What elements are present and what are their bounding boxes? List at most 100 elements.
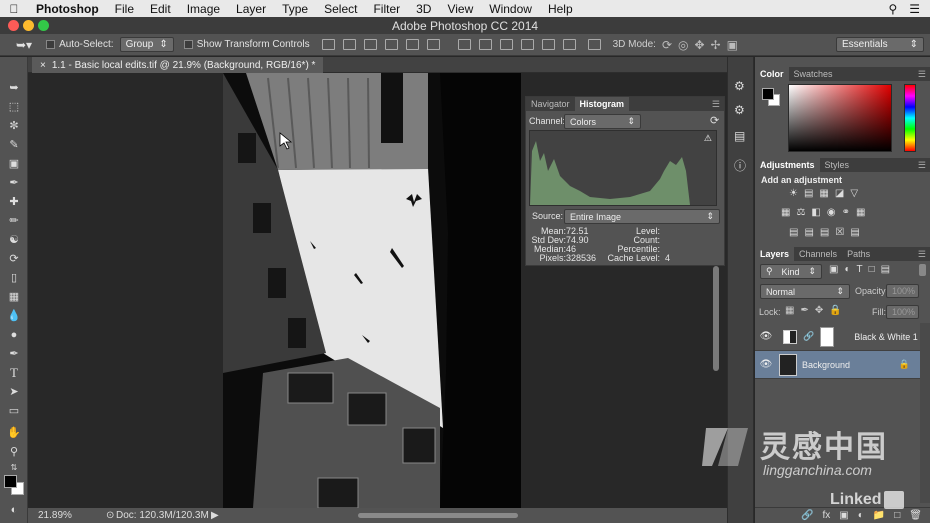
zoom-window-button[interactable]	[38, 20, 49, 31]
align-bottom-edges-icon[interactable]	[363, 39, 377, 50]
filter-pixel-icon[interactable]: ▣	[829, 264, 838, 275]
gradient-map-icon[interactable]: ▤	[850, 227, 859, 238]
fill-field[interactable]: 100%	[886, 305, 919, 319]
filter-adjustment-icon[interactable]: ◐	[844, 264, 850, 275]
invert-icon[interactable]: ▤	[789, 227, 798, 238]
color-balance-icon[interactable]: ⚖	[796, 207, 805, 218]
spotlight-search-icon[interactable]: ⚲	[888, 2, 897, 16]
panel-menu-icon[interactable]: ☰	[914, 158, 930, 172]
delete-layer-icon[interactable]: 🗑	[909, 510, 922, 521]
hue-slider[interactable]	[904, 84, 916, 152]
menu-type[interactable]: Type	[274, 2, 316, 16]
foreground-color-swatch[interactable]	[4, 475, 17, 488]
add-mask-icon[interactable]: ▣	[839, 510, 848, 521]
align-top-edges-icon[interactable]	[321, 39, 335, 50]
auto-select-dropdown[interactable]: Group ⇕	[119, 37, 174, 52]
healing-brush-tool-icon[interactable]: ✚	[7, 195, 21, 209]
clone-stamp-tool-icon[interactable]: ☯	[7, 233, 21, 247]
link-layers-icon[interactable]: 🔗	[801, 510, 813, 521]
menu-edit[interactable]: Edit	[142, 2, 179, 16]
distribute-top-icon[interactable]	[457, 39, 471, 50]
marquee-tool-icon[interactable]: ⬚	[7, 100, 21, 114]
tab-swatches[interactable]: Swatches	[789, 67, 838, 81]
foreground-color-chip[interactable]	[762, 88, 774, 100]
layers-scrollbar[interactable]	[920, 323, 930, 503]
hue-saturation-icon[interactable]: ▦	[781, 207, 790, 218]
blend-mode-dropdown[interactable]: Normal ⇕	[760, 284, 850, 299]
lock-image-pixels-icon[interactable]: ✒	[800, 305, 808, 316]
zoom-level[interactable]: 21.89%	[38, 510, 72, 521]
dodge-tool-icon[interactable]: ●	[7, 328, 21, 342]
menu-layer[interactable]: Layer	[228, 2, 274, 16]
threshold-icon[interactable]: ▤	[820, 227, 829, 238]
selective-color-icon[interactable]: ☒	[835, 227, 844, 238]
menu-file[interactable]: File	[107, 2, 142, 16]
layer-name[interactable]: Black & White 1	[854, 332, 918, 342]
posterize-icon[interactable]: ▤	[804, 227, 813, 238]
3d-pan-icon[interactable]: ✥	[694, 38, 704, 52]
align-vertical-centers-icon[interactable]	[342, 39, 356, 50]
tab-adjustments[interactable]: Adjustments	[755, 158, 820, 172]
layer-name[interactable]: Background	[802, 360, 850, 370]
transform-controls-checkbox[interactable]	[183, 39, 197, 50]
canvas-horizontal-scrollbar[interactable]	[358, 513, 518, 518]
distribute-right-icon[interactable]	[562, 39, 576, 50]
type-tool-icon[interactable]: T	[7, 366, 21, 380]
swap-colors-icon[interactable]: ⇅	[7, 461, 21, 475]
levels-icon[interactable]: ▤	[804, 188, 813, 199]
filter-toggle-switch[interactable]	[919, 264, 926, 276]
histogram-panel-icon[interactable]: ▤	[734, 129, 745, 143]
tab-styles[interactable]: Styles	[820, 158, 855, 172]
apple-logo-icon[interactable]: 	[0, 2, 28, 16]
layer-filter-dropdown[interactable]: ⚲ Kind ⇕	[760, 264, 822, 279]
lock-all-icon[interactable]: 🔒	[829, 305, 841, 316]
pen-tool-icon[interactable]: ✒	[7, 347, 21, 361]
visibility-eye-icon[interactable]: 👁	[755, 359, 777, 370]
path-selection-tool-icon[interactable]: ➤	[7, 385, 21, 399]
close-document-icon[interactable]: ×	[40, 60, 46, 71]
align-right-edges-icon[interactable]	[426, 39, 440, 50]
visibility-eye-icon[interactable]: 👁	[755, 331, 777, 342]
lock-transparent-pixels-icon[interactable]: ▦	[785, 305, 794, 316]
lasso-tool-icon[interactable]: ✼	[7, 119, 21, 133]
distribute-bottom-icon[interactable]	[499, 39, 513, 50]
new-adjustment-icon[interactable]: ◐	[858, 510, 864, 521]
eyedropper-tool-icon[interactable]: ✒	[7, 176, 21, 190]
color-lookup-icon[interactable]: ▦	[856, 207, 865, 218]
close-window-button[interactable]	[8, 20, 19, 31]
3d-slide-icon[interactable]: ✢	[711, 38, 721, 52]
channel-dropdown[interactable]: Colors ⇕	[564, 114, 641, 129]
info-panel-icon[interactable]: ⓘ	[734, 157, 746, 174]
brush-tool-icon[interactable]: ✏	[7, 214, 21, 228]
layer-mask-thumbnail[interactable]	[820, 326, 835, 347]
tab-paths[interactable]: Paths	[842, 247, 875, 261]
eraser-tool-icon[interactable]: ▯	[7, 271, 21, 285]
tab-navigator[interactable]: Navigator	[526, 97, 575, 111]
notification-list-icon[interactable]: ☰	[909, 2, 920, 16]
new-group-icon[interactable]: 📁	[873, 510, 885, 521]
brightness-contrast-icon[interactable]: ☀	[789, 188, 798, 199]
zoom-tool-icon[interactable]: ⚲	[7, 445, 21, 459]
panel-menu-icon[interactable]: ☰	[914, 247, 930, 261]
menu-filter[interactable]: Filter	[365, 2, 408, 16]
tab-channels[interactable]: Channels	[794, 247, 842, 261]
layer-row-background[interactable]: 👁 Background 🔒	[755, 351, 920, 379]
quick-selection-tool-icon[interactable]: ✎	[7, 138, 21, 152]
workspace-dropdown[interactable]: Essentials ⇕	[836, 37, 924, 52]
blur-tool-icon[interactable]: 💧	[7, 309, 21, 323]
move-tool-preset-icon[interactable]: ➥▾	[16, 38, 32, 52]
document-tab[interactable]: × 1.1 - Basic local edits.tif @ 21.9% (B…	[32, 57, 324, 73]
history-brush-tool-icon[interactable]: ⟳	[7, 252, 21, 266]
black-white-icon[interactable]: ◧	[811, 207, 820, 218]
layer-row-black-white[interactable]: 👁 🔗 Black & White 1	[755, 323, 920, 351]
filter-shape-icon[interactable]: □	[869, 264, 875, 275]
filter-smart-object-icon[interactable]: ▤	[881, 264, 890, 275]
menu-help[interactable]: Help	[540, 2, 581, 16]
curves-icon[interactable]: ▦	[819, 188, 828, 199]
panel-menu-icon[interactable]: ☰	[914, 67, 930, 81]
layer-link-icon[interactable]: 🔗	[803, 331, 814, 342]
vibrance-icon[interactable]: ▽	[850, 188, 858, 199]
distribute-vcenter-icon[interactable]	[478, 39, 492, 50]
distribute-hcenter-icon[interactable]	[541, 39, 555, 50]
history-panel-icon[interactable]: ⚙	[734, 79, 745, 93]
